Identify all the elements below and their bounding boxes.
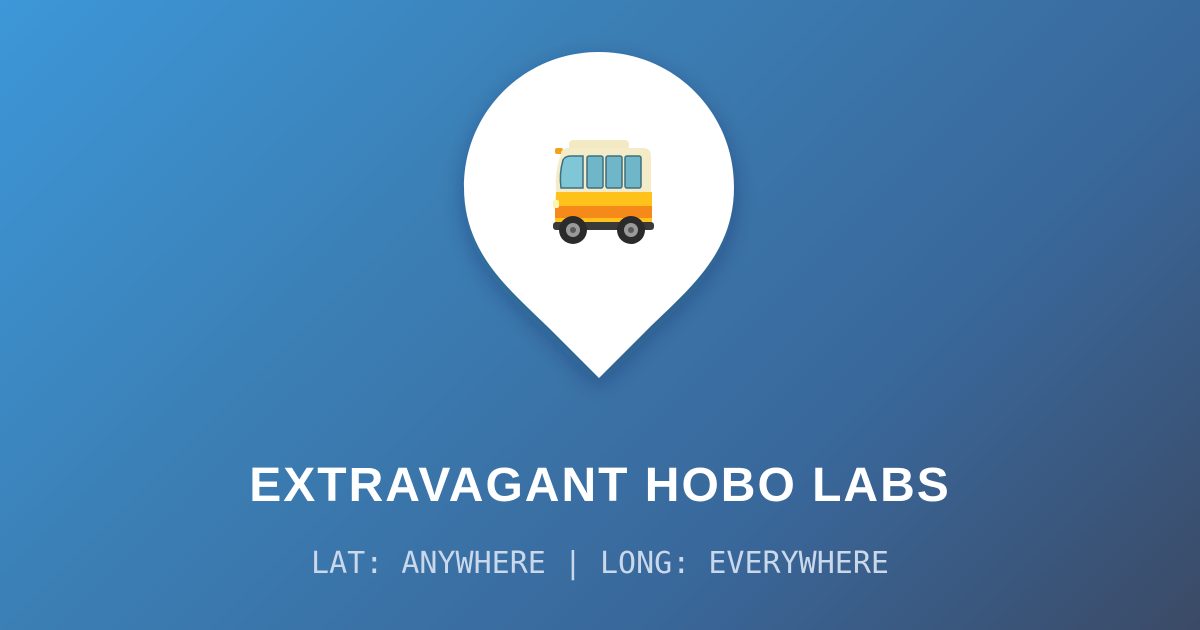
social-card: EXTRAVAGANT HOBO LABS LAT: ANYWHERE | LO…	[0, 0, 1200, 630]
bus-icon	[539, 136, 659, 246]
page-subtitle: LAT: ANYWHERE | LONG: EVERYWHERE	[311, 546, 889, 581]
page-title: EXTRAVAGANT HOBO LABS	[249, 459, 951, 512]
map-pin	[459, 48, 739, 388]
